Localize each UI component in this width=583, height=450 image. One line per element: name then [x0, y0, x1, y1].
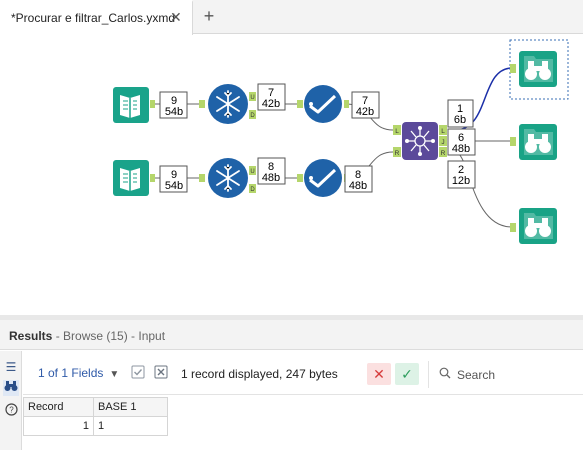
- join-l-output-letter: L: [441, 128, 445, 135]
- workflow-tab[interactable]: *Procurar e filtrar_Carlos.yxmd ✕: [0, 0, 193, 35]
- results-header: Results - Browse (15) - Input: [0, 320, 583, 350]
- snowflake-tool-1[interactable]: [208, 84, 248, 124]
- search-icon: [439, 367, 451, 382]
- select1-count-badge: 7 42b: [351, 91, 380, 119]
- select1-size: 42b: [356, 106, 374, 118]
- input-tool-1[interactable]: [113, 87, 149, 123]
- results-title: Results - Browse (15) - Input: [9, 329, 165, 343]
- tab-title: *Procurar e filtrar_Carlos.yxmd: [11, 11, 176, 25]
- select2-input-anchor[interactable]: [297, 174, 303, 182]
- tab-bar: *Procurar e filtrar_Carlos.yxmd ✕ +: [0, 0, 583, 35]
- input1-size: 54b: [165, 106, 183, 118]
- formula1-count-badge: 7 42b: [257, 83, 286, 111]
- browse-tool-2[interactable]: [519, 124, 557, 160]
- results-table: Record BASE 1 1 1: [23, 397, 168, 436]
- column-header-record[interactable]: Record: [23, 397, 94, 417]
- browse3-input-anchor[interactable]: [510, 223, 516, 232]
- select2-size: 48b: [349, 180, 367, 192]
- formula1-u-letter: U: [250, 95, 254, 101]
- input2-size: 54b: [165, 180, 183, 192]
- join-j-output-letter: J: [441, 139, 444, 146]
- join-r-size: 12b: [452, 175, 470, 187]
- join-r-output-letter: R: [441, 150, 446, 157]
- table-row[interactable]: 1 1: [23, 416, 168, 436]
- join-j-count-badge: 6 48b: [447, 128, 476, 156]
- search-input[interactable]: [455, 365, 580, 384]
- formula1-input-anchor[interactable]: [199, 100, 205, 108]
- join-r-input-letter: R: [395, 150, 400, 157]
- select-tool-1[interactable]: [304, 85, 342, 123]
- table-header-row: Record BASE 1: [23, 397, 168, 417]
- cancel-button[interactable]: ✕: [367, 363, 391, 385]
- list-view-icon[interactable]: ☰: [3, 359, 19, 375]
- checkbox-icon[interactable]: [131, 365, 145, 379]
- clear-selection-icon[interactable]: [154, 365, 168, 379]
- select-tool-2[interactable]: [304, 159, 342, 197]
- results-label: Results: [9, 329, 53, 343]
- help-icon[interactable]: ?: [3, 403, 19, 419]
- workflow-diagram: 9 54b 9 54b U D 7 42b U D 8 48b 7 42b 8 …: [113, 39, 569, 244]
- snowflake-tool-2[interactable]: [208, 158, 248, 198]
- input1-output-anchor[interactable]: [150, 100, 155, 108]
- cell-base1[interactable]: 1: [93, 416, 168, 436]
- svg-text:?: ?: [9, 406, 14, 415]
- select1-input-anchor[interactable]: [297, 100, 303, 108]
- results-side-rail: ☰ ?: [0, 351, 22, 450]
- join-r-count-badge: 2 12b: [447, 160, 476, 189]
- browse-tool-3[interactable]: [519, 208, 557, 244]
- join-l-input-letter: L: [395, 128, 399, 135]
- add-tab-button[interactable]: +: [198, 4, 220, 28]
- browse2-input-anchor[interactable]: [510, 137, 516, 146]
- formula1-size: 42b: [262, 98, 280, 110]
- fields-selector[interactable]: 1 of 1 Fields ▼: [38, 366, 119, 380]
- join-l-count-badge: 1 6b: [447, 99, 474, 128]
- browse1-input-anchor[interactable]: [510, 64, 516, 73]
- formula1-d-letter: D: [250, 113, 255, 119]
- formula2-u-letter: U: [250, 169, 254, 175]
- formula2-count-badge: 8 48b: [257, 157, 286, 185]
- join-l-size: 6b: [454, 114, 466, 126]
- select1-output-anchor[interactable]: [344, 100, 349, 108]
- workflow-canvas[interactable]: 9 54b 9 54b U D 7 42b U D 8 48b 7 42b 8 …: [0, 35, 583, 315]
- input2-count-badge: 9 54b: [159, 165, 188, 193]
- join-j-size: 48b: [452, 143, 470, 155]
- binoculars-icon[interactable]: [3, 380, 19, 396]
- select2-count-badge: 8 48b: [344, 165, 373, 193]
- formula2-d-letter: D: [250, 187, 255, 193]
- results-subtitle: - Browse (15) - Input: [52, 329, 166, 343]
- formula2-size: 48b: [262, 172, 280, 184]
- column-header-base1[interactable]: BASE 1: [93, 397, 168, 417]
- fields-label: 1 of 1 Fields: [38, 366, 104, 380]
- chevron-down-icon: ▼: [109, 369, 120, 380]
- records-summary: 1 record displayed, 247 bytes: [181, 367, 338, 381]
- close-tab-icon[interactable]: ✕: [170, 9, 182, 26]
- input1-count-badge: 9 54b: [159, 91, 188, 119]
- cell-record[interactable]: 1: [23, 416, 94, 436]
- browse-tool-1[interactable]: [519, 51, 557, 87]
- join-tool[interactable]: [402, 122, 438, 160]
- search-box[interactable]: [428, 361, 583, 388]
- input-tool-2[interactable]: [113, 160, 149, 196]
- input2-output-anchor[interactable]: [150, 174, 155, 182]
- results-toolbar: 1 of 1 Fields ▼ 1 record displayed, 247 b…: [23, 351, 583, 395]
- apply-button[interactable]: ✓: [395, 363, 419, 385]
- formula2-input-anchor[interactable]: [199, 174, 205, 182]
